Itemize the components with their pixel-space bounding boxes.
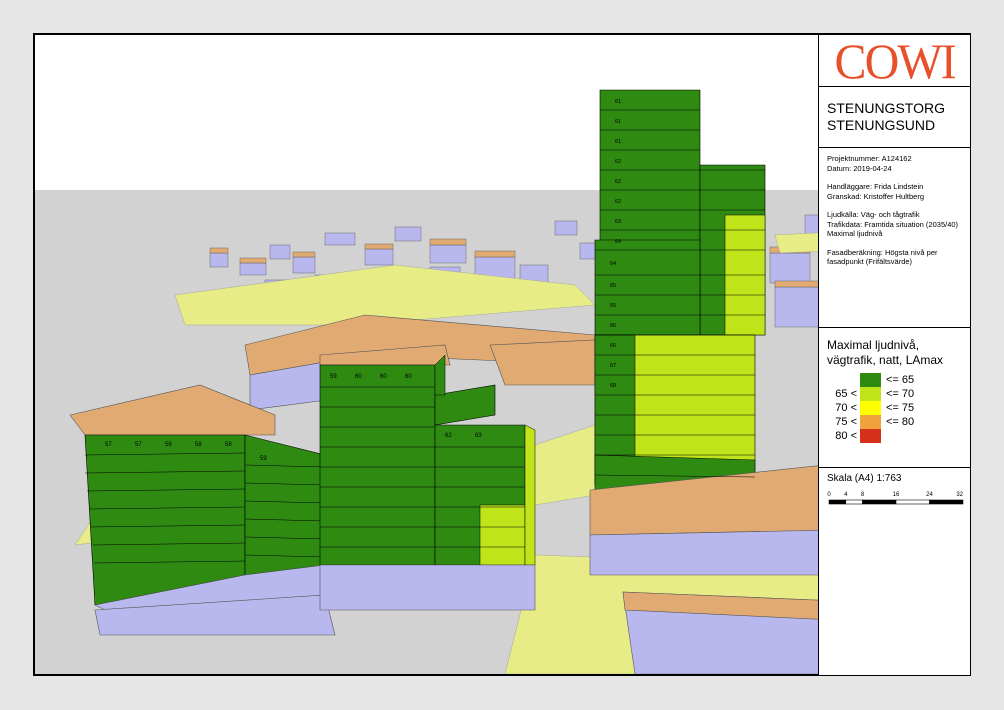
map-title-line2: STENUNGSUND [827, 117, 936, 133]
legend-swatch [860, 415, 881, 429]
scale-title: Skala (A4) 1:763 [827, 473, 902, 484]
scale-bar: 0 4 8 16 24 32 [827, 492, 964, 505]
legend-title-line2: vägtrafik, natt, LAmax [827, 353, 944, 367]
legend: Maximal ljudnivå, vägtrafik, natt, LAmax… [819, 328, 970, 468]
facade-label: 68 [610, 383, 616, 389]
facade-label: 66 [610, 323, 616, 329]
facade-label: 64 [615, 239, 621, 245]
legend-lower-bound: 65 < [835, 388, 857, 400]
meta-line: Fasadberäkning: Högsta nivå per [827, 247, 938, 257]
meta-line: Handläggare: Frida Lindstein [827, 182, 924, 191]
scale-tick-label: 0 [827, 492, 831, 498]
facade-label: 65 [610, 303, 616, 309]
facade-label: 60 [355, 374, 362, 380]
map-title-line1: STENUNGSTORG [827, 100, 945, 116]
legend-lower-bound: 75 < [835, 416, 857, 428]
facade-label: 58 [225, 442, 232, 448]
facade-label: 60 [405, 374, 412, 380]
facade-label: 61 [615, 99, 621, 105]
legend-swatch [860, 387, 881, 401]
logo-section: COWI [819, 35, 970, 87]
facade-label: 65 [610, 283, 616, 289]
scale-tick-label: 4 [844, 492, 848, 498]
facade-label: 62 [615, 159, 621, 165]
info-panel: COWI STENUNGSTORG STENUNGSUND Projektnum… [818, 35, 970, 675]
facade-label: 60 [380, 374, 387, 380]
facade-label: 63 [475, 433, 482, 439]
meta-line: fasadpunkt (Frifältsvärde) [827, 257, 913, 266]
meta-line: Ljudkälla: Väg- och tågtrafik [827, 210, 920, 219]
legend-upper-bound: <= 80 [886, 416, 915, 428]
facade-label: 66 [610, 343, 616, 349]
facade-label: 64 [610, 261, 616, 267]
scale-tick-label: 16 [893, 492, 900, 498]
scale-segment [862, 499, 897, 505]
legend-item: 80 < [827, 429, 962, 443]
legend-upper-bound: <= 75 [886, 402, 915, 414]
title-section: STENUNGSTORG STENUNGSUND [819, 87, 970, 148]
scale-section: Skala (A4) 1:763 0 4 8 16 24 32 [819, 468, 970, 515]
scale-segment [845, 499, 863, 505]
meta-line: Datum: 2019-04-24 [827, 163, 892, 173]
legend-title: Maximal ljudnivå, vägtrafik, natt, LAmax [827, 338, 962, 368]
facade-label: 61 [615, 119, 621, 125]
legend-rows: <= 65 65 < <= 70 70 < <= 75 75 < <= 80 80 < [827, 373, 962, 443]
legend-swatch [860, 429, 881, 443]
legend-swatch [860, 373, 881, 387]
facade-label: 62 [615, 199, 621, 205]
facade-label: 62 [445, 433, 452, 439]
scale-tick-label: 24 [926, 492, 933, 498]
facade-label: 67 [610, 363, 616, 369]
facade-label: 63 [615, 219, 621, 225]
meta-line: Projektnummer: A124162 [827, 154, 912, 163]
meta-line: Maximal ljudnivå [827, 229, 883, 238]
facade-label: 59 [260, 456, 267, 462]
meta-line: Granskad: Kristoffer Hultberg [827, 191, 924, 201]
legend-item: 75 < <= 80 [827, 415, 962, 429]
scale-tick-label: 8 [861, 492, 865, 498]
facade-label: 57 [135, 442, 142, 448]
scale-tick-label: 32 [956, 492, 963, 498]
legend-title-line1: Maximal ljudnivå, [827, 338, 920, 352]
legend-upper-bound: <= 70 [886, 388, 915, 400]
facade-label: 58 [195, 442, 202, 448]
scale-segment [929, 499, 964, 505]
legend-item: <= 65 [827, 373, 962, 387]
meta-line: Trafikdata: Framtida situation (2035/40) [827, 219, 959, 229]
cowi-logo: COWI [834, 32, 956, 89]
legend-upper-bound: <= 65 [886, 374, 915, 386]
facade-label: 59 [330, 374, 337, 380]
legend-item: 65 < <= 70 [827, 387, 962, 401]
legend-item: 70 < <= 75 [827, 401, 962, 415]
facade-label: 57 [105, 442, 112, 448]
facade-label: 62 [615, 179, 621, 185]
scale-segment [828, 499, 847, 505]
facade-label: 58 [165, 442, 172, 448]
legend-swatch [860, 401, 881, 415]
facade-label: 61 [615, 139, 621, 145]
legend-lower-bound: 80 < [835, 430, 857, 442]
project-metadata: Projektnummer: A124162 Datum: 2019-04-24… [819, 148, 970, 328]
scale-segment [895, 499, 930, 505]
legend-lower-bound: 70 < [835, 402, 857, 414]
